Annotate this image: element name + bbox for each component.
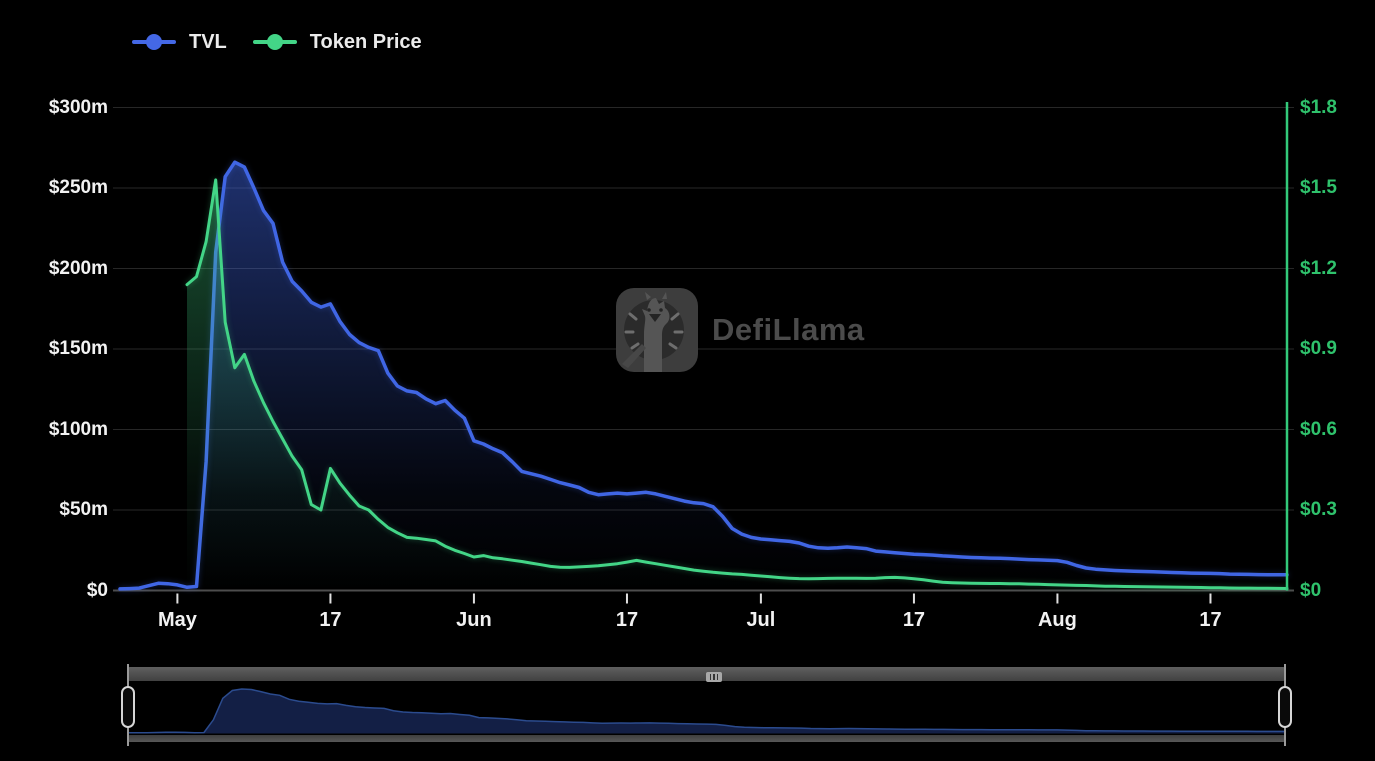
y-axis-right-tick-label: $0.9 [1300, 338, 1372, 360]
y-axis-right-tick-label: $1.5 [1300, 177, 1372, 199]
y-axis-left-tick-label: $150m [0, 338, 108, 360]
legend-label-token-price: Token Price [310, 34, 422, 50]
token-price-series-marker-icon [253, 34, 297, 50]
brush-track-bottom[interactable] [128, 735, 1285, 742]
y-axis-right-tick-label: $0.3 [1300, 499, 1372, 521]
y-axis-right-tick-label: $0.6 [1300, 419, 1372, 441]
y-axis-left-tick-label: $0 [0, 580, 108, 602]
chart-plot-area[interactable] [113, 96, 1294, 612]
defillama-tvl-chart: TVL Token Price $300m $250m $200m $150m $100… [0, 0, 1375, 761]
legend-item-token-price[interactable]: Token Price [253, 34, 422, 50]
brush-handle-left[interactable] [120, 664, 136, 746]
y-axis-left-tick-label: $100m [0, 419, 108, 441]
y-axis-left-tick-label: $300m [0, 97, 108, 119]
brush-minimap[interactable] [128, 681, 1285, 734]
y-axis-right-tick-label: $1.8 [1300, 97, 1372, 119]
y-axis-left-tick-label: $50m [0, 499, 108, 521]
chart-legend: TVL Token Price [132, 34, 422, 50]
y-axis-left-tick-label: $250m [0, 177, 108, 199]
brush-handle-right[interactable] [1277, 664, 1293, 746]
y-axis-left-tick-label: $200m [0, 258, 108, 280]
y-axis-right-tick-label: $1.2 [1300, 258, 1372, 280]
legend-label-tvl: TVL [189, 34, 227, 50]
y-axis-right-tick-label: $0 [1300, 580, 1372, 602]
tvl-series-marker-icon [132, 34, 176, 50]
legend-item-tvl[interactable]: TVL [132, 34, 227, 50]
brush-track-top[interactable] [128, 667, 1285, 681]
datazoom-brush[interactable] [120, 664, 1292, 746]
